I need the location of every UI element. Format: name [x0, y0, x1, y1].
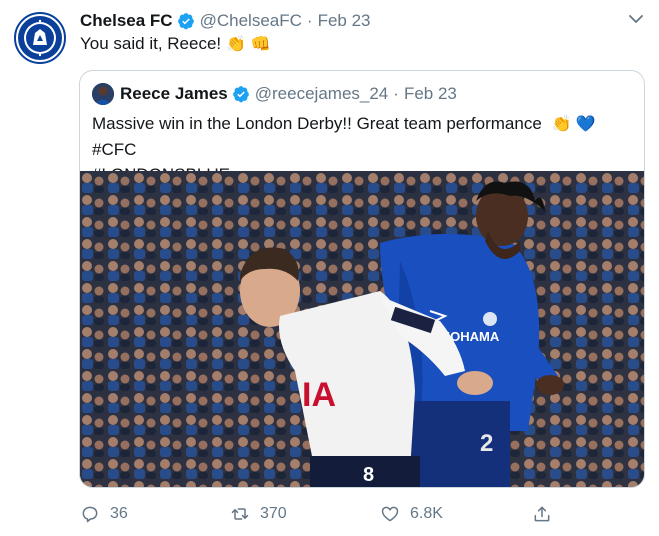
separator-dot: ·	[393, 84, 399, 103]
separator-dot: ·	[306, 11, 313, 30]
person-avatar-icon	[92, 83, 114, 105]
author-handle[interactable]: @ChelseaFC	[200, 11, 302, 31]
tweet-date[interactable]: Feb 23	[318, 11, 371, 31]
verified-badge-icon	[232, 86, 249, 103]
quoted-author-handle[interactable]: @reecejames_24	[255, 84, 389, 104]
share-icon	[534, 506, 550, 522]
reece-james-avatar[interactable]	[92, 83, 114, 105]
chevron-down-icon[interactable]	[627, 12, 645, 26]
tweet-header: Chelsea FC @ChelseaFC · Feb 23	[80, 10, 639, 32]
chelsea-avatar[interactable]	[14, 12, 66, 64]
reply-count: 36	[110, 505, 128, 522]
author-name[interactable]: Chelsea FC	[80, 11, 173, 31]
clap-heart-emoji: 👏 💙	[551, 116, 596, 133]
share-button[interactable]	[532, 504, 562, 524]
match-photo[interactable]: YOKOHAMA 2 IA 8	[80, 171, 644, 487]
hashtag-cfc[interactable]: #CFC	[92, 140, 136, 159]
quoted-tweet-date[interactable]: Feb 23	[404, 84, 457, 104]
jersey-sponsor-text-white: IA	[302, 376, 336, 414]
heart-icon	[381, 506, 399, 522]
reply-icon	[82, 506, 98, 523]
clap-punch-emoji: 👏 👊	[226, 36, 271, 53]
quoted-tweet[interactable]: Reece James @reecejames_24 · Feb 23 Mass…	[79, 70, 645, 488]
jersey-number-white: 8	[363, 464, 374, 486]
like-count: 6.8K	[410, 505, 443, 522]
retweet-button[interactable]: 370	[230, 504, 287, 524]
quoted-author-name[interactable]: Reece James	[120, 84, 228, 104]
like-button[interactable]: 6.8K	[380, 504, 443, 524]
retweet-count: 370	[260, 505, 287, 522]
quoted-tweet-header: Reece James @reecejames_24 · Feb 23	[120, 83, 457, 105]
retweet-icon	[231, 508, 249, 520]
quoted-text-content: Massive win in the London Derby!! Great …	[92, 114, 542, 133]
jersey-number-blue: 2	[480, 430, 493, 457]
chelsea-crest-icon	[18, 16, 62, 60]
tweet-text: You said it, Reece! 👏 👊	[80, 34, 270, 54]
reply-button[interactable]: 36	[80, 504, 128, 524]
tweet-actions: 36 370 6.8K	[80, 504, 560, 528]
football-match-photo: YOKOHAMA 2 IA 8	[80, 171, 644, 487]
tweet-text-content: You said it, Reece!	[80, 34, 222, 53]
verified-badge-icon	[177, 13, 194, 30]
